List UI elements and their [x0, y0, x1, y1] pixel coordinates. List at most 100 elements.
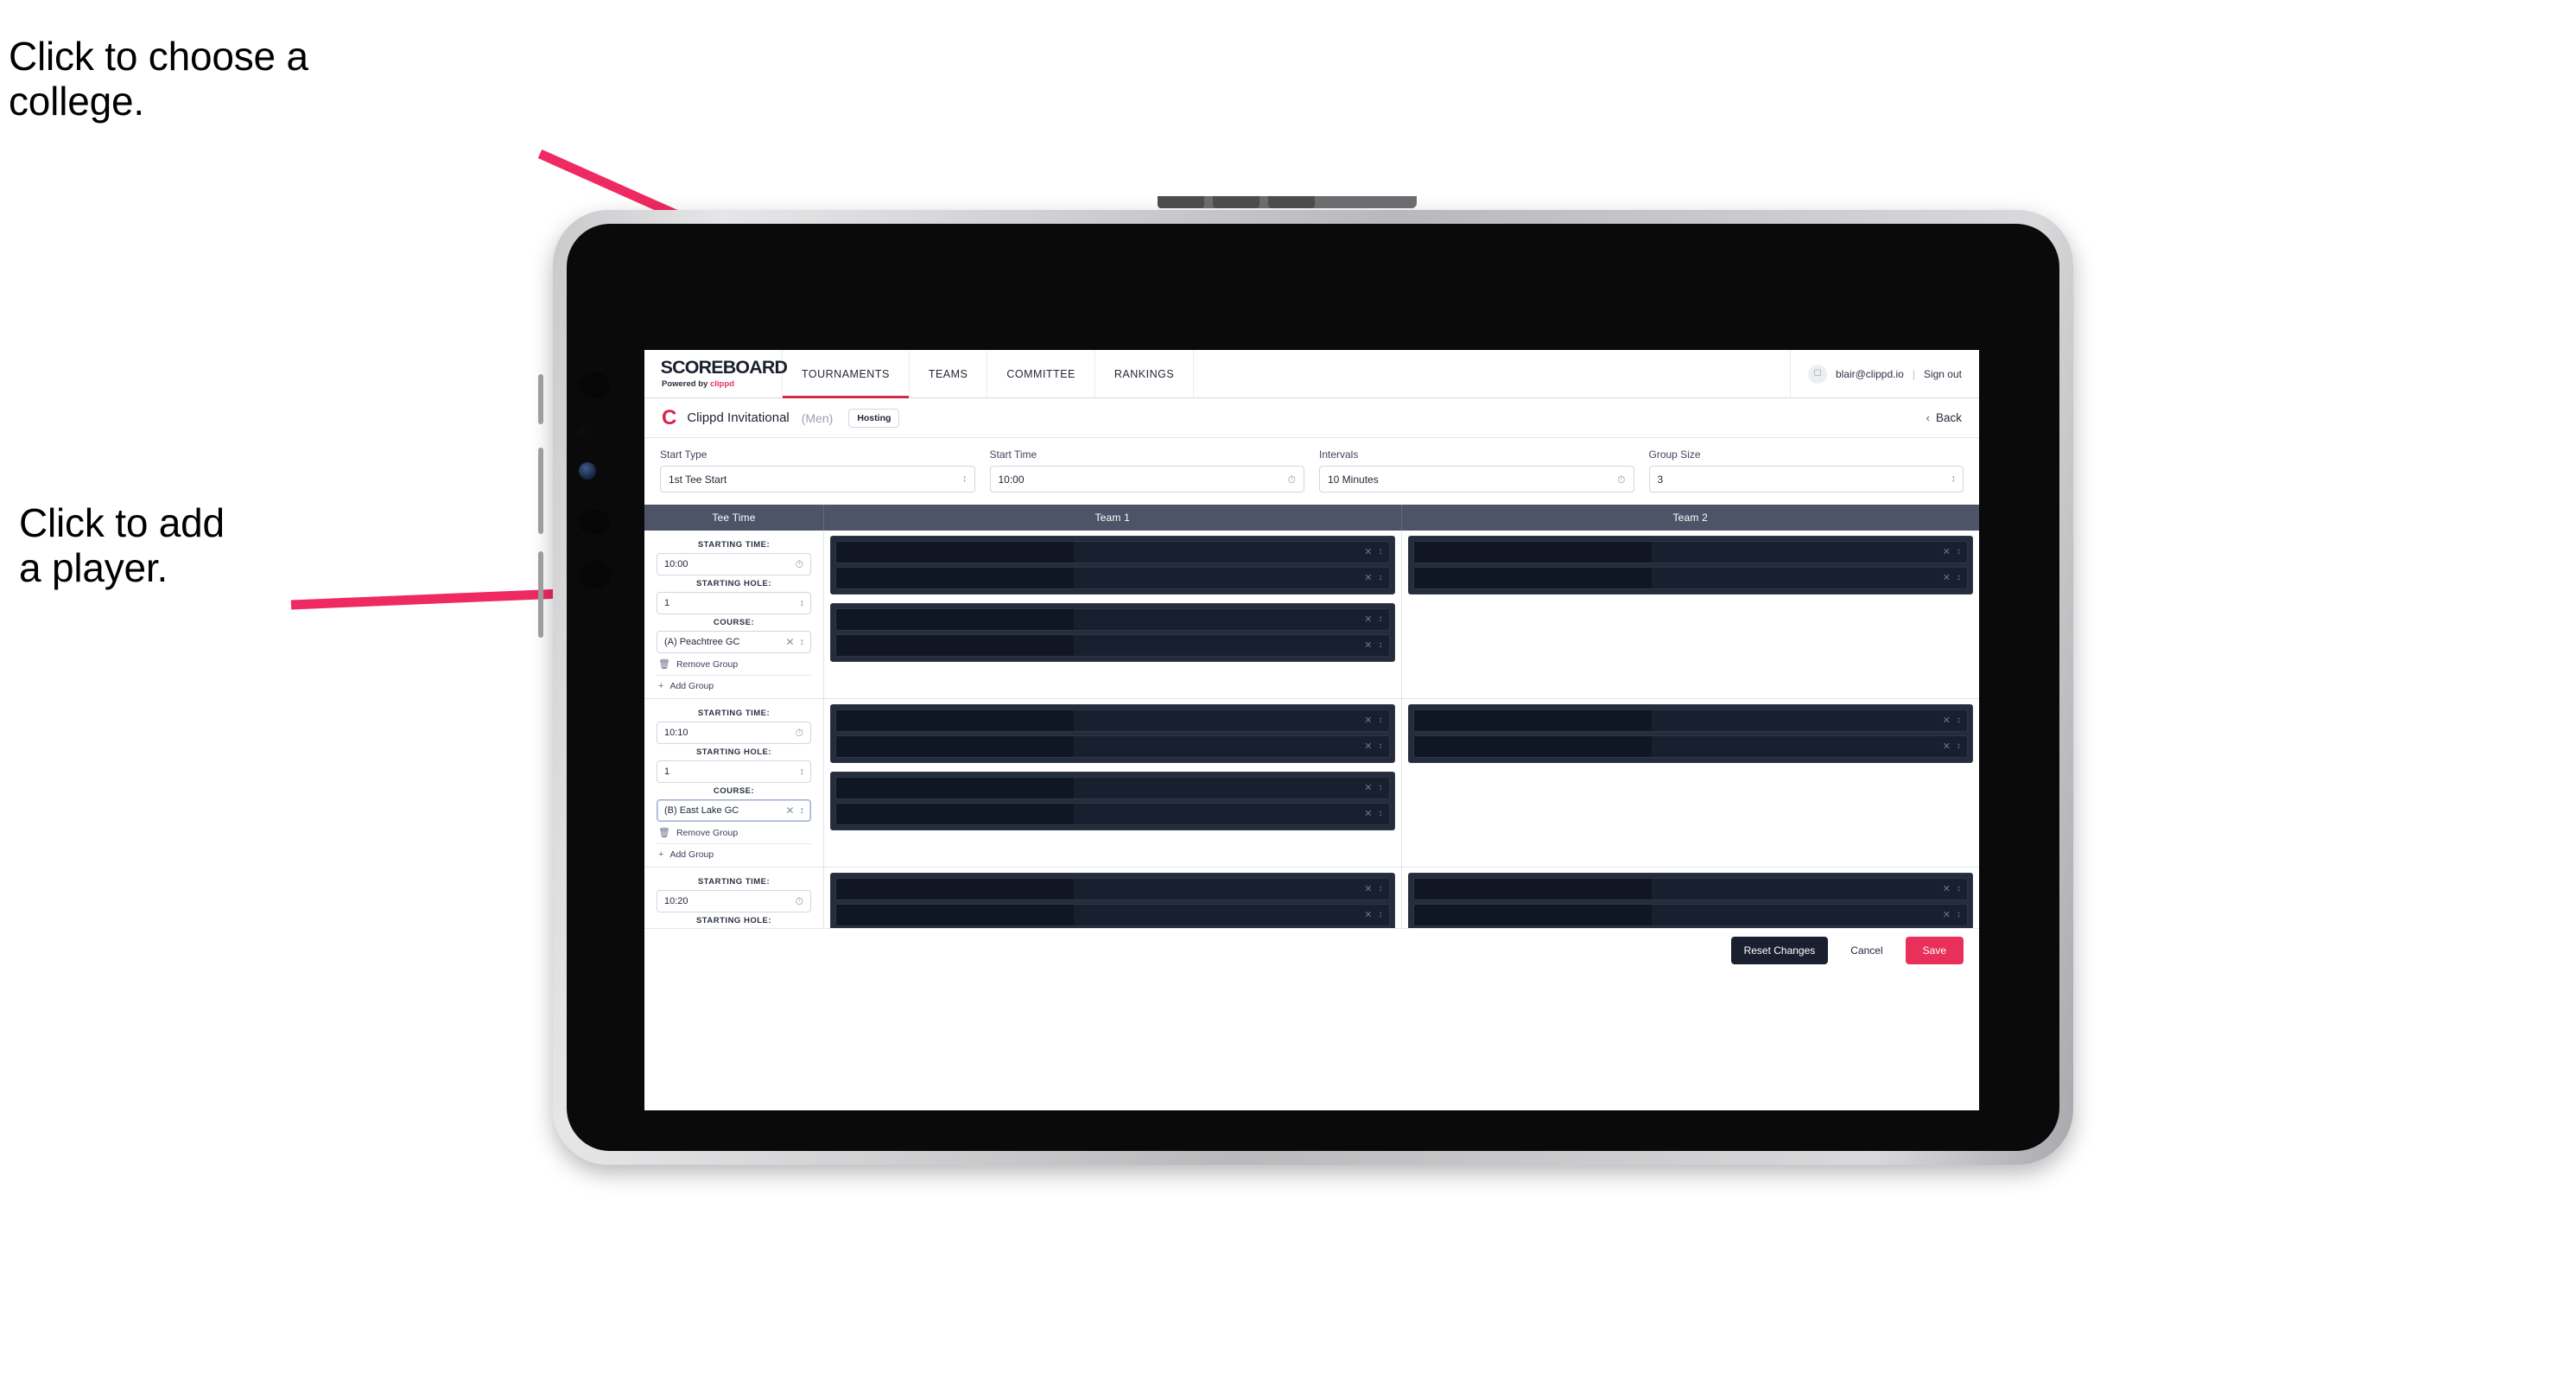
stepper-icon[interactable]: ↕: [800, 598, 804, 608]
clear-x-icon[interactable]: ✕: [1364, 910, 1372, 920]
stepper-icon[interactable]: ↕: [1379, 641, 1383, 650]
stepper-icon[interactable]: ↕: [1379, 615, 1383, 624]
nav-tab-teams[interactable]: TEAMS: [910, 350, 988, 397]
dock-icon-1[interactable]: [579, 372, 610, 398]
clear-x-icon[interactable]: ✕: [1364, 640, 1372, 651]
starting-time-input[interactable]: 10:00 ⏱: [657, 553, 811, 575]
clear-x-icon[interactable]: ✕: [785, 637, 794, 647]
save-button[interactable]: Save: [1905, 936, 1964, 964]
stepper-icon[interactable]: ↕: [1379, 742, 1383, 751]
player-slot[interactable]: ✕ ↕: [835, 777, 1390, 799]
clock-icon[interactable]: ⏱: [1617, 474, 1625, 485]
stepper-icon[interactable]: ↕: [800, 766, 804, 777]
sign-out-link[interactable]: Sign out: [1924, 368, 1962, 380]
stepper-icon[interactable]: ↕: [800, 805, 804, 816]
tablet-volume-up-button[interactable]: [538, 448, 543, 534]
nav-tab-committee[interactable]: COMMITTEE: [987, 350, 1095, 397]
starting-time-value: 10:00: [664, 559, 688, 569]
player-slot[interactable]: ✕ ↕: [835, 541, 1390, 563]
cancel-button[interactable]: Cancel: [1840, 937, 1893, 964]
player-slot[interactable]: ✕ ↕: [835, 567, 1390, 589]
stepper-icon[interactable]: ↕: [1957, 716, 1961, 725]
clear-x-icon[interactable]: ✕: [1943, 715, 1951, 726]
stepper-icon[interactable]: ↕: [1379, 548, 1383, 556]
player-slot[interactable]: ✕ ↕: [835, 735, 1390, 758]
stepper-icon[interactable]: ↕: [1379, 574, 1383, 582]
stepper-icon[interactable]: ↕: [1957, 885, 1961, 893]
nav-tab-tournaments[interactable]: TOURNAMENTS: [783, 350, 910, 398]
starting-hole-input[interactable]: 1 ↕: [657, 592, 811, 614]
player-slot[interactable]: ✕ ↕: [835, 608, 1390, 631]
stepper-icon[interactable]: ↕: [1379, 784, 1383, 792]
stepper-icon[interactable]: ↕: [1957, 574, 1961, 582]
starting-time-input[interactable]: 10:10 ⏱: [657, 722, 811, 744]
reset-changes-button[interactable]: Reset Changes: [1730, 936, 1829, 964]
clear-x-icon[interactable]: ✕: [1364, 809, 1372, 819]
clock-icon[interactable]: ⏱: [796, 728, 803, 738]
clock-icon[interactable]: ⏱: [796, 896, 803, 906]
clock-icon[interactable]: ⏱: [796, 559, 803, 569]
dock-icon-2[interactable]: [579, 428, 587, 436]
stepper-icon[interactable]: ↕: [800, 637, 804, 647]
remove-group-button[interactable]: 🗑 Remove Group: [657, 653, 811, 671]
stepper-icon[interactable]: ↕: [1379, 885, 1383, 893]
player-slot[interactable]: ✕ ↕: [835, 709, 1390, 732]
stepper-icon[interactable]: ↕: [1379, 810, 1383, 818]
clear-x-icon[interactable]: ✕: [785, 805, 794, 816]
player-slot[interactable]: ✕ ↕: [835, 878, 1390, 900]
stepper-icon[interactable]: ↕: [1379, 716, 1383, 725]
dock-icon-4[interactable]: [579, 509, 610, 535]
back-button[interactable]: ‹ Back: [1926, 411, 1962, 424]
player-slot[interactable]: ✕ ↕: [1412, 709, 1968, 732]
add-group-button[interactable]: + Add Group: [657, 843, 811, 860]
player-slot[interactable]: ✕ ↕: [835, 803, 1390, 825]
clear-x-icon[interactable]: ✕: [1943, 547, 1951, 557]
add-group-button[interactable]: + Add Group: [657, 675, 811, 691]
stepper-icon[interactable]: ↕: [1957, 548, 1961, 556]
stepper-icon[interactable]: ↕: [1951, 474, 1956, 484]
chevron-left-icon: ‹: [1926, 411, 1930, 424]
clock-icon[interactable]: ⏱: [1288, 474, 1296, 485]
clear-x-icon[interactable]: ✕: [1364, 783, 1372, 793]
start-type-select[interactable]: 1st Tee Start ↕: [660, 466, 975, 493]
player-slot[interactable]: ✕ ↕: [835, 904, 1390, 926]
player-slot[interactable]: ✕ ↕: [1412, 541, 1968, 563]
intervals-input[interactable]: 10 Minutes ⏱: [1319, 466, 1634, 493]
dock-icon-5[interactable]: [579, 561, 612, 588]
group-size-value: 3: [1657, 473, 1664, 486]
clear-x-icon[interactable]: ✕: [1364, 741, 1372, 752]
nav-tab-rankings[interactable]: RANKINGS: [1095, 350, 1195, 397]
stepper-icon[interactable]: ↕: [1957, 911, 1961, 919]
clear-x-icon[interactable]: ✕: [1364, 547, 1372, 557]
player-slot[interactable]: ✕ ↕: [835, 634, 1390, 657]
starting-time-input[interactable]: 10:20 ⏱: [657, 890, 811, 912]
user-avatar-icon[interactable]: ☐: [1807, 364, 1827, 384]
clear-x-icon[interactable]: ✕: [1364, 573, 1372, 583]
stepper-icon[interactable]: ↕: [1379, 911, 1383, 919]
start-time-input[interactable]: 10:00 ⏱: [989, 466, 1304, 493]
stepper-icon[interactable]: ↕: [962, 474, 967, 484]
remove-group-button[interactable]: 🗑 Remove Group: [657, 822, 811, 839]
clear-x-icon[interactable]: ✕: [1364, 715, 1372, 726]
tee-sheet-body[interactable]: STARTING TIME: 10:00 ⏱ STARTING HOLE: 1 …: [644, 531, 1979, 928]
brand-logo[interactable]: SCOREBOARD Powered by clippd: [644, 350, 788, 397]
player-slot[interactable]: ✕ ↕: [1412, 904, 1968, 926]
player-slot[interactable]: ✕ ↕: [1412, 567, 1968, 589]
dock-icon-3[interactable]: [579, 462, 596, 480]
group-size-select[interactable]: 3 ↕: [1648, 466, 1964, 493]
clear-x-icon[interactable]: ✕: [1943, 910, 1951, 920]
clear-x-icon[interactable]: ✕: [1364, 614, 1372, 625]
clear-x-icon[interactable]: ✕: [1943, 573, 1951, 583]
player-slot[interactable]: ✕ ↕: [1412, 878, 1968, 900]
starting-hole-input[interactable]: 1 ↕: [657, 760, 811, 783]
player-slot[interactable]: ✕ ↕: [1412, 735, 1968, 758]
clippd-logo-icon: C: [662, 405, 677, 429]
clear-x-icon[interactable]: ✕: [1943, 741, 1951, 752]
course-select[interactable]: (A) Peachtree GC ✕ ↕: [657, 631, 811, 653]
course-select[interactable]: (B) East Lake GC ✕ ↕: [657, 799, 811, 822]
clear-x-icon[interactable]: ✕: [1364, 884, 1372, 894]
clear-x-icon[interactable]: ✕: [1943, 884, 1951, 894]
tablet-volume-down-button[interactable]: [538, 551, 543, 638]
tablet-power-button[interactable]: [538, 374, 543, 424]
stepper-icon[interactable]: ↕: [1957, 742, 1961, 751]
